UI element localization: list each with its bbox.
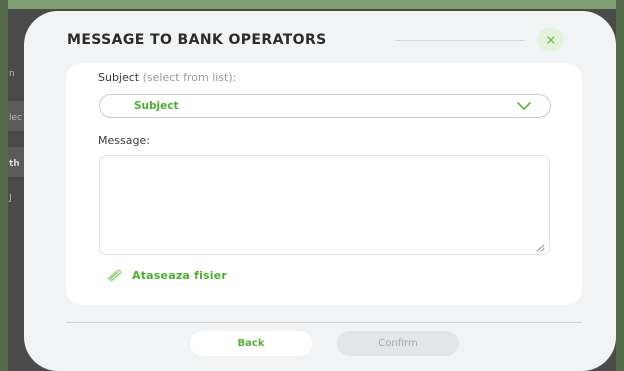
message-label: Message: xyxy=(98,134,150,147)
dialog-title: MESSAGE TO BANK OPERATORS xyxy=(67,32,327,48)
close-x-icon xyxy=(546,35,555,44)
back-button[interactable]: Back xyxy=(190,331,312,356)
resize-grip-icon[interactable] xyxy=(535,244,545,252)
window-frame-top xyxy=(0,0,624,9)
subject-label: Subject (select from list): xyxy=(98,71,236,84)
title-divider xyxy=(396,40,524,41)
confirm-button[interactable]: Confirm xyxy=(337,331,459,356)
close-button[interactable] xyxy=(537,28,564,51)
subject-select[interactable]: Subject xyxy=(99,94,551,118)
attach-file-label: Ataseaza fisier xyxy=(132,268,228,282)
footer-divider xyxy=(66,322,582,323)
background-text: th xyxy=(9,159,20,169)
background-text: J xyxy=(9,193,12,203)
subject-label-text: Subject xyxy=(98,71,140,84)
chevron-down-icon xyxy=(517,102,531,110)
paperclip-icon xyxy=(107,269,122,281)
window-frame-left xyxy=(0,0,8,371)
attach-file-link[interactable]: Ataseaza fisier xyxy=(104,268,227,282)
background-text: lec xyxy=(9,113,22,123)
background-text: n xyxy=(9,69,15,79)
window-frame-right xyxy=(616,0,624,371)
form-card: Subject (select from list): Subject Mess… xyxy=(66,63,582,305)
message-dialog: MESSAGE TO BANK OPERATORS Subject (selec… xyxy=(24,11,616,371)
message-textarea[interactable] xyxy=(99,155,550,255)
subject-hint: (select from list): xyxy=(142,71,237,84)
subject-selected-value: Subject xyxy=(134,100,179,112)
